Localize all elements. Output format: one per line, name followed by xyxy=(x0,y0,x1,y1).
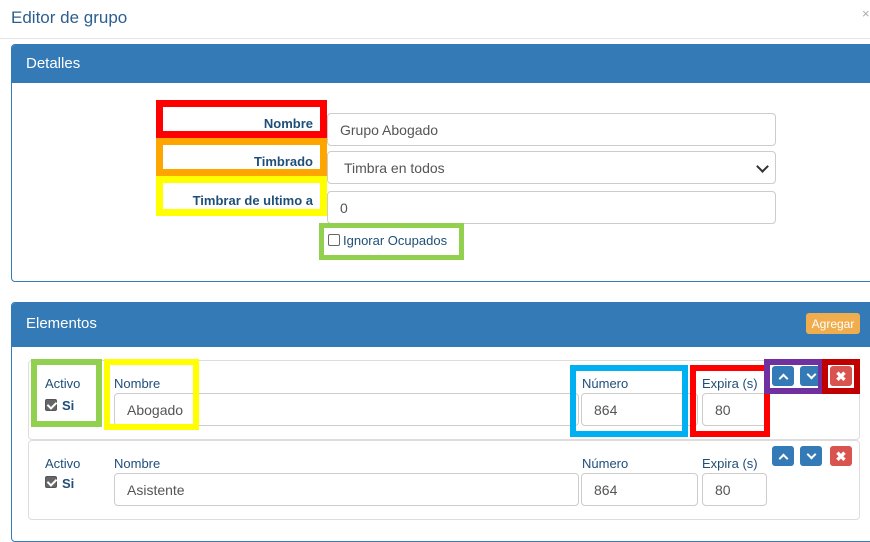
elemento-numero-input[interactable]: 864 xyxy=(581,393,698,426)
activo-label: Activo xyxy=(45,456,81,471)
expira-label: Expira (s) xyxy=(702,456,758,471)
activo-checkbox[interactable] xyxy=(45,399,57,411)
elemento-numero-value: 864 xyxy=(594,401,618,418)
move-up-button[interactable] xyxy=(772,366,794,386)
close-icon: ✖ xyxy=(835,448,847,464)
chevron-down-icon xyxy=(756,159,769,173)
nombre-input-value: Grupo Abogado xyxy=(340,121,439,138)
timbrado-select-value: Timbra en todos xyxy=(344,159,445,176)
chevron-up-icon xyxy=(778,373,788,383)
chevron-down-icon xyxy=(806,449,816,459)
chevron-down-icon xyxy=(806,369,816,379)
elemento-nombre-value: Abogado xyxy=(127,401,184,418)
elemento-expira-input[interactable]: 80 xyxy=(702,393,767,426)
elemento-nombre-input[interactable]: Abogado xyxy=(114,393,579,426)
move-down-button[interactable] xyxy=(800,366,822,386)
elemento-expira-input[interactable]: 80 xyxy=(702,473,767,506)
activo-si-label: Si xyxy=(62,398,75,413)
elemento-nombre-value: Asistente xyxy=(127,481,185,498)
elementos-panel-heading: Elementos xyxy=(12,303,870,347)
detalles-heading-text: Detalles xyxy=(26,55,81,72)
nombre-input[interactable]: Grupo Abogado xyxy=(327,113,776,146)
close-icon[interactable]: × xyxy=(862,6,870,21)
activo-si-label: Si xyxy=(62,476,75,491)
ignorar-ocupados-checkbox[interactable] xyxy=(328,234,340,246)
agregar-button[interactable]: Agregar xyxy=(806,313,860,334)
move-up-button[interactable] xyxy=(772,446,794,466)
timbrar-ultimo-label: Timbrar de ultimo a xyxy=(192,193,313,208)
expira-label: Expira (s) xyxy=(702,376,758,391)
ignorar-ocupados-label[interactable]: Ignorar Ocupados xyxy=(343,233,447,248)
delete-button[interactable]: ✖ xyxy=(830,366,852,386)
elemento-numero-value: 864 xyxy=(594,481,618,498)
delete-button[interactable]: ✖ xyxy=(830,446,852,466)
elemento-nombre-input[interactable]: Asistente xyxy=(114,473,579,506)
nombre-label: Nombre xyxy=(114,376,161,391)
modal-title: Editor de grupo xyxy=(11,8,128,27)
move-down-button[interactable] xyxy=(800,446,822,466)
close-icon: ✖ xyxy=(835,368,847,384)
numero-label: Número xyxy=(582,376,629,391)
timbrar-ultimo-input-value: 0 xyxy=(340,199,348,216)
timbrar-ultimo-input[interactable]: 0 xyxy=(327,191,776,224)
nombre-label: Nombre xyxy=(263,116,313,131)
elementos-heading-text: Elementos xyxy=(26,315,97,332)
header-divider xyxy=(0,38,870,39)
chevron-up-icon xyxy=(778,453,788,463)
activo-checkbox[interactable] xyxy=(45,476,57,488)
activo-label: Activo xyxy=(45,376,81,391)
elemento-expira-value: 80 xyxy=(715,401,731,418)
numero-label: Número xyxy=(582,456,629,471)
elemento-expira-value: 80 xyxy=(715,481,731,498)
elemento-numero-input[interactable]: 864 xyxy=(581,473,698,506)
timbrado-label: Timbrado xyxy=(254,154,313,169)
timbrado-select[interactable]: Timbra en todos xyxy=(327,151,776,184)
nombre-label: Nombre xyxy=(114,456,161,471)
detalles-panel-heading: Detalles xyxy=(12,45,870,83)
